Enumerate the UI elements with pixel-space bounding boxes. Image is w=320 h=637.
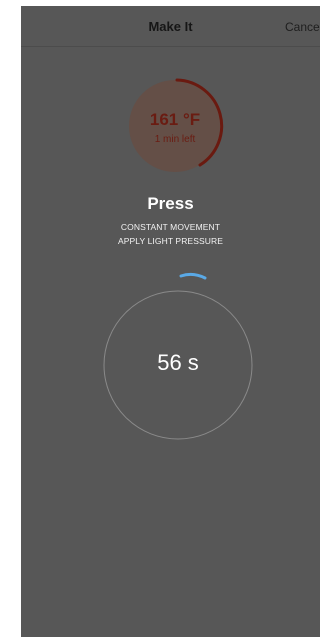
app-frame: Make It Cancel 161 °F 1 min left Press C… bbox=[0, 0, 320, 637]
make-it-screen: Make It Cancel 161 °F 1 min left Press C… bbox=[21, 6, 320, 637]
timer-label: 56 s bbox=[157, 350, 199, 375]
loading-spinner-icon bbox=[169, 268, 213, 292]
cancel-button[interactable]: Cancel bbox=[285, 20, 320, 34]
temperature-indicator: 161 °F 1 min left bbox=[125, 76, 225, 176]
step-title: Press bbox=[147, 194, 194, 213]
temperature-value: 161 °F bbox=[149, 110, 201, 129]
navigation-bar: Make It Cancel bbox=[21, 6, 320, 47]
instruction-line-2: APPLY LIGHT PRESSURE bbox=[118, 236, 223, 246]
time-left-label: 1 min left bbox=[154, 134, 196, 145]
page-title: Make It bbox=[148, 19, 193, 34]
instruction-line-1: CONSTANT MOVEMENT bbox=[120, 222, 221, 232]
countdown-timer: 56 s bbox=[103, 290, 253, 440]
